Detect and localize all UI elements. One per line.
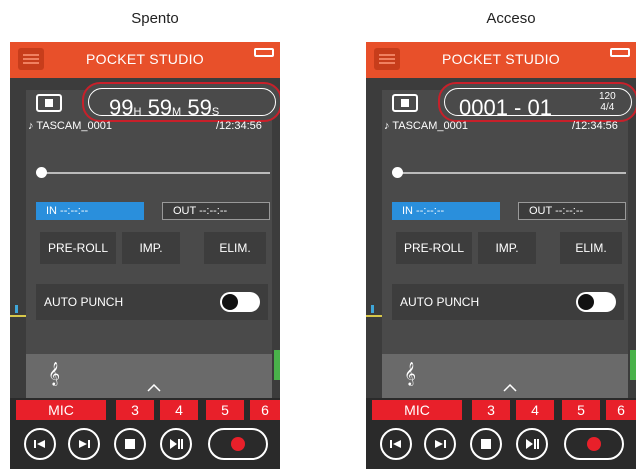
track-3[interactable]: 3 bbox=[116, 400, 154, 420]
rewind-icon[interactable] bbox=[380, 428, 412, 460]
stop-transport-icon[interactable] bbox=[470, 428, 502, 460]
play-pause-icon[interactable] bbox=[160, 428, 192, 460]
auto-punch-toggle[interactable] bbox=[576, 292, 616, 312]
record-icon[interactable] bbox=[208, 428, 268, 460]
preroll-button[interactable]: PRE-ROLL bbox=[396, 232, 472, 264]
song-duration: /12:34:56 bbox=[572, 120, 618, 132]
stop-transport-icon[interactable] bbox=[114, 428, 146, 460]
out-point[interactable]: OUT --:--:-- bbox=[162, 202, 270, 220]
slider-knob[interactable] bbox=[392, 167, 403, 178]
slider-knob[interactable] bbox=[36, 167, 47, 178]
tempo-value: 120 bbox=[599, 91, 616, 102]
track-3[interactable]: 3 bbox=[472, 400, 510, 420]
rewind-icon[interactable] bbox=[24, 428, 56, 460]
stop-icon[interactable] bbox=[36, 94, 62, 112]
app-header: POCKET STUDIO bbox=[10, 42, 280, 78]
song-filename: ♪ TASCAM_0001 bbox=[28, 120, 112, 132]
play-pause-icon[interactable] bbox=[516, 428, 548, 460]
battery-icon bbox=[254, 48, 274, 57]
delete-button[interactable]: ELIM. bbox=[204, 232, 266, 264]
track-mic[interactable]: MIC bbox=[16, 400, 106, 420]
app-header: POCKET STUDIO bbox=[366, 42, 636, 78]
auto-punch-toggle[interactable] bbox=[220, 292, 260, 312]
seconds-value: 59 bbox=[187, 95, 212, 120]
in-point[interactable]: IN --:--:-- bbox=[392, 202, 500, 220]
position-slider[interactable] bbox=[396, 172, 626, 174]
meter-value: 4/4 bbox=[600, 102, 615, 113]
track-6[interactable]: 6 bbox=[250, 400, 280, 420]
song-duration: /12:34:56 bbox=[216, 120, 262, 132]
caption-on: Acceso bbox=[486, 10, 536, 27]
tuner-icon[interactable]: 𝄞 bbox=[400, 362, 420, 386]
auto-punch-row: AUTO PUNCH bbox=[36, 284, 268, 320]
fast-forward-icon[interactable] bbox=[68, 428, 100, 460]
track-4[interactable]: 4 bbox=[516, 400, 554, 420]
bar-display[interactable]: 0001 - 01 120 4/4 bbox=[438, 82, 636, 122]
auto-punch-label: AUTO PUNCH bbox=[44, 295, 124, 309]
track-6[interactable]: 6 bbox=[606, 400, 636, 420]
hours-unit: H bbox=[133, 106, 142, 118]
app-title: POCKET STUDIO bbox=[86, 51, 204, 67]
record-icon[interactable] bbox=[564, 428, 624, 460]
song-filename: ♪ TASCAM_0001 bbox=[384, 120, 468, 132]
hours-value: 99 bbox=[109, 95, 134, 120]
caption-off: Spento bbox=[131, 10, 179, 27]
app-title: POCKET STUDIO bbox=[442, 51, 560, 67]
track-mic[interactable]: MIC bbox=[372, 400, 462, 420]
preroll-button[interactable]: PRE-ROLL bbox=[40, 232, 116, 264]
in-point[interactable]: IN --:--:-- bbox=[36, 202, 144, 220]
fast-forward-icon[interactable] bbox=[424, 428, 456, 460]
delete-button[interactable]: ELIM. bbox=[560, 232, 622, 264]
battery-icon bbox=[610, 48, 630, 57]
track-5[interactable]: 5 bbox=[206, 400, 244, 420]
level-marker bbox=[15, 305, 18, 313]
out-point[interactable]: OUT --:--:-- bbox=[518, 202, 626, 220]
bar-beat-value: 0001 - 01 bbox=[459, 95, 552, 120]
phone-screen-on: POCKET STUDIO 0001 - 01 120 4/4 ♪ TASCAM… bbox=[366, 42, 636, 469]
minutes-unit: M bbox=[172, 106, 182, 118]
level-marker bbox=[371, 305, 374, 313]
time-display-inner: 99H 59M 59S bbox=[88, 88, 276, 120]
track-4[interactable]: 4 bbox=[160, 400, 198, 420]
minutes-value: 59 bbox=[147, 95, 173, 120]
position-slider[interactable] bbox=[40, 172, 270, 174]
tuner-icon[interactable]: 𝄞 bbox=[44, 362, 64, 386]
stop-icon[interactable] bbox=[392, 94, 418, 112]
import-button[interactable]: IMP. bbox=[478, 232, 536, 264]
import-button[interactable]: IMP. bbox=[122, 232, 180, 264]
bar-display-inner: 0001 - 01 120 4/4 bbox=[444, 88, 632, 120]
level-meter bbox=[274, 350, 280, 380]
seconds-unit: S bbox=[211, 106, 220, 118]
time-display[interactable]: 99H 59M 59S bbox=[82, 82, 280, 122]
phone-screen-off: POCKET STUDIO 99H 59M 59S ♪ TASCAM_0001 … bbox=[10, 42, 280, 469]
auto-punch-label: AUTO PUNCH bbox=[400, 295, 480, 309]
level-meter bbox=[630, 350, 636, 380]
track-5[interactable]: 5 bbox=[562, 400, 600, 420]
auto-punch-row: AUTO PUNCH bbox=[392, 284, 624, 320]
